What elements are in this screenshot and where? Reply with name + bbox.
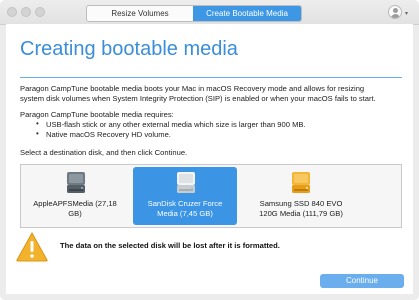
close-window-button[interactable]: [7, 7, 17, 17]
disk-item-samsung[interactable]: Samsung SSD 840 EVO 120G Media (111,79 G…: [243, 167, 359, 225]
app-window: Resize Volumes Create Bootable Media ▾ C…: [0, 0, 419, 300]
requirement-item: USB-flash stick or any other external me…: [46, 120, 306, 129]
disk-name-line1: Samsung SSD 840 EVO: [259, 199, 343, 208]
requirements-label: Paragon CampTune bootable media requires…: [20, 110, 174, 119]
disk-name-line2: 120G Media (111,79 GB): [259, 209, 343, 218]
disk-list: AppleAPFSMedia (27,18 GB) SanDisk Cruzer…: [20, 164, 402, 228]
select-disk-prompt: Select a destination disk, and then clic…: [20, 148, 188, 157]
zoom-window-button[interactable]: [35, 7, 45, 17]
disk-name-line2: Media (7,45 GB): [157, 209, 213, 218]
main-panel: Creating bootable media Paragon CampTune…: [6, 24, 413, 294]
external-drive-icon: [292, 172, 310, 193]
chevron-down-icon[interactable]: ▾: [405, 10, 408, 17]
tab-resize-volumes[interactable]: Resize Volumes: [87, 6, 193, 21]
title-divider: [20, 77, 402, 78]
disk-name-line1: AppleAPFSMedia (27,18: [33, 199, 117, 208]
continue-button[interactable]: Continue: [320, 274, 404, 288]
usb-drive-icon: [177, 172, 195, 193]
disk-item-sandisk[interactable]: SanDisk Cruzer Force Media (7,45 GB): [133, 167, 237, 225]
mode-tabs: Resize Volumes Create Bootable Media: [86, 5, 302, 22]
disk-item-apfs[interactable]: AppleAPFSMedia (27,18 GB): [25, 167, 125, 225]
tab-create-bootable-media[interactable]: Create Bootable Media: [193, 6, 301, 21]
warning-icon: [16, 232, 48, 262]
bullet-icon: •: [36, 119, 39, 128]
data-loss-warning: The data on the selected disk will be lo…: [60, 241, 280, 250]
account-avatar-icon[interactable]: [388, 5, 402, 19]
internal-drive-icon: [67, 172, 85, 193]
intro-text-line2: system disk volumes when System Integrit…: [20, 94, 376, 103]
disk-name-line2: GB): [68, 209, 82, 218]
minimize-window-button[interactable]: [21, 7, 31, 17]
disk-name-line1: SanDisk Cruzer Force: [147, 199, 223, 208]
title-bar: Resize Volumes Create Bootable Media ▾: [0, 0, 419, 25]
bullet-icon: •: [36, 129, 39, 138]
requirement-item: Native macOS Recovery HD volume.: [46, 130, 171, 139]
page-title: Creating bootable media: [20, 38, 238, 60]
intro-text-line1: Paragon CampTune bootable media boots yo…: [20, 84, 365, 93]
